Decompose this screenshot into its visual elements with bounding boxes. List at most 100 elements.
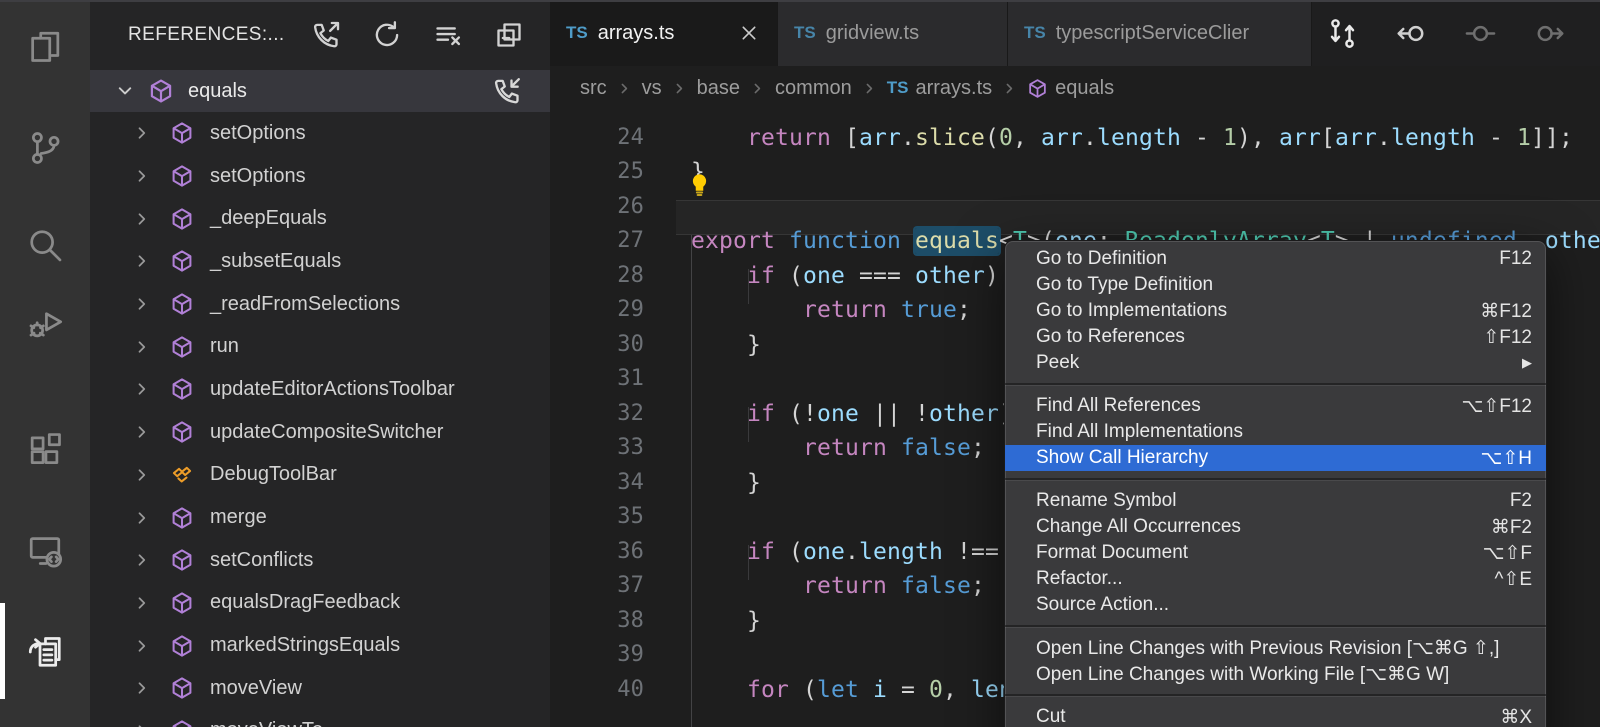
lightbulb-icon[interactable]	[687, 172, 712, 197]
menu-item-show-call-hierarchy[interactable]: Show Call Hierarchy⌥⇧H	[1005, 445, 1546, 471]
tree-item-run[interactable]: run	[90, 325, 550, 368]
menu-item-format-document[interactable]: Format Document⌥⇧F	[1005, 540, 1546, 566]
activity-references-view-icon[interactable]	[0, 615, 90, 689]
remote-explorer-icon	[26, 531, 64, 569]
tree-item-setOptions[interactable]: setOptions	[90, 112, 550, 155]
call-hierarchy-root-equals[interactable]: equals	[90, 70, 550, 112]
tab-arrays.ts[interactable]: TSarrays.ts	[550, 0, 778, 66]
chevron-right-icon[interactable]	[132, 123, 152, 143]
tree-item-setOptions[interactable]: setOptions	[90, 155, 550, 198]
chevron-right-icon[interactable]	[132, 636, 152, 656]
call-outgoing-button[interactable]	[311, 20, 341, 50]
menu-item-source-action[interactable]: Source Action...	[1005, 592, 1546, 618]
menu-item-change-all-occurrences[interactable]: Change All Occurrences⌘F2	[1005, 514, 1546, 540]
line-number: 39	[550, 638, 644, 673]
menu-item-peek[interactable]: Peek▶	[1005, 350, 1546, 376]
chevron-right-icon	[132, 508, 152, 528]
symbol-method-icon	[170, 249, 194, 273]
symbol-method-icon	[170, 676, 194, 700]
chevron-down-icon[interactable]	[114, 80, 136, 102]
menu-item-go-to-implementations[interactable]: Go to Implementations⌘F12	[1005, 298, 1546, 324]
menu-item-find-all-references[interactable]: Find All References⌥⇧F12	[1005, 393, 1546, 419]
tree-item-_subsetEquals[interactable]: _subsetEquals	[90, 240, 550, 283]
clear-all-button[interactable]	[433, 20, 463, 50]
nav-forward-button[interactable]	[1533, 17, 1566, 50]
menu-item-open-line-changes-with-previous-revision-g[interactable]: Open Line Changes with Previous Revision…	[1005, 635, 1546, 661]
menu-item-cut[interactable]: Cut⌘X	[1005, 704, 1546, 727]
chevron-right-icon[interactable]	[132, 678, 152, 698]
collapse-all-button[interactable]	[494, 20, 524, 50]
symbol-method-icon	[170, 207, 194, 231]
menu-item-find-all-implementations[interactable]: Find All Implementations	[1005, 419, 1546, 445]
tree-item-updateEditorActionsToolbar[interactable]: updateEditorActionsToolbar	[90, 368, 550, 411]
code-line-23[interactable]: 23	[550, 110, 1600, 121]
breadcrumb-item-vs[interactable]: vs	[642, 77, 662, 100]
tree-item-_readFromSelections[interactable]: _readFromSelections	[90, 283, 550, 326]
chevron-right-icon[interactable]	[132, 251, 152, 271]
activity-bar	[0, 0, 90, 727]
tree-item-updateCompositeSwitcher[interactable]: updateCompositeSwitcher	[90, 411, 550, 454]
menu-item-rename-symbol[interactable]: Rename SymbolF2	[1005, 488, 1546, 514]
tree-item-merge[interactable]: merge	[90, 496, 550, 539]
breadcrumb-item-base[interactable]: base	[697, 77, 740, 100]
menu-item-open-line-changes-with-working-file-g-w[interactable]: Open Line Changes with Working File [⌥⌘G…	[1005, 661, 1546, 687]
tree-item-label: _subsetEquals	[210, 250, 341, 273]
chevron-right-icon[interactable]	[132, 550, 152, 570]
symbol-method-icon	[170, 335, 194, 359]
tab-gridview.ts[interactable]: TSgridview.ts	[778, 0, 1008, 66]
chevron-right-icon[interactable]	[132, 721, 152, 727]
line-number: 27	[550, 224, 644, 259]
activity-extensions-icon[interactable]	[0, 413, 90, 487]
nav-back-button[interactable]	[1395, 17, 1428, 50]
tree-item-equalsDragFeedback[interactable]: equalsDragFeedback	[90, 582, 550, 625]
tree-item-_deepEquals[interactable]: _deepEquals	[90, 197, 550, 240]
menu-item-go-to-definition[interactable]: Go to DefinitionF12	[1005, 246, 1546, 272]
tree-item-moveView[interactable]: moveView	[90, 667, 550, 710]
activity-remote-explorer-icon[interactable]	[0, 513, 90, 587]
breadcrumb-item-arrays.ts[interactable]: TSarrays.ts	[887, 77, 992, 100]
refresh-button[interactable]	[372, 20, 402, 50]
root-symbol-label: equals	[188, 80, 247, 103]
activity-search-icon[interactable]	[0, 208, 90, 282]
chevron-right-icon[interactable]	[132, 166, 152, 186]
tree-item-markedStringsEquals[interactable]: markedStringsEquals	[90, 624, 550, 667]
chevron-right-icon[interactable]	[132, 337, 152, 357]
breadcrumb-item-equals[interactable]: equals	[1027, 77, 1114, 100]
menu-item-refactor[interactable]: Refactor...^⇧E	[1005, 566, 1546, 592]
chevron-right-icon[interactable]	[132, 209, 152, 229]
chevron-right-icon[interactable]	[132, 508, 152, 528]
tree-item-moveViewTo[interactable]: moveViewTo	[90, 710, 550, 727]
symbol-method-icon	[148, 78, 174, 104]
nav-circle-button[interactable]	[1464, 17, 1497, 50]
activity-run-debug-icon[interactable]	[0, 286, 90, 360]
chevron-right-icon	[132, 166, 152, 186]
breadcrumb: src vs base common TSarrays.ts equals	[550, 66, 1600, 110]
line-number: 40	[550, 673, 644, 708]
symbol-method-icon	[170, 164, 194, 188]
chevron-right-icon[interactable]	[132, 422, 152, 442]
chevron-right-icon[interactable]	[132, 379, 152, 399]
search-icon	[26, 226, 64, 264]
code-line-24[interactable]: 24 return [arr.slice(0, arr.length - 1),…	[550, 121, 1600, 156]
tree-item-label: markedStringsEquals	[210, 634, 400, 657]
chevron-right-icon[interactable]	[132, 294, 152, 314]
breadcrumb-item-common[interactable]: common	[775, 77, 852, 100]
tree-item-DebugToolBar[interactable]: DebugToolBar	[90, 454, 550, 497]
show-incoming-calls-button[interactable]	[492, 76, 522, 106]
line-number: 28	[550, 259, 644, 294]
chevron-right-icon[interactable]	[132, 465, 152, 485]
menu-item-go-to-type-definition[interactable]: Go to Type Definition	[1005, 272, 1546, 298]
tree-item-label: setOptions	[210, 122, 306, 145]
tree-item-setConflicts[interactable]: setConflicts	[90, 539, 550, 582]
close-tab-button[interactable]	[737, 21, 761, 45]
breadcrumb-chevron-icon	[671, 80, 688, 97]
breadcrumb-item-src[interactable]: src	[580, 77, 607, 100]
chevron-right-icon[interactable]	[132, 593, 152, 613]
menu-item-go-to-references[interactable]: Go to References⇧F12	[1005, 324, 1546, 350]
tab-typescriptServiceClier[interactable]: TStypescriptServiceClier	[1008, 0, 1312, 66]
activity-source-control-icon[interactable]	[0, 111, 90, 185]
line-number: 33	[550, 431, 644, 466]
compare-button[interactable]	[1326, 17, 1359, 50]
tree-item-label: DebugToolBar	[210, 463, 337, 486]
activity-files-icon[interactable]	[0, 10, 90, 84]
